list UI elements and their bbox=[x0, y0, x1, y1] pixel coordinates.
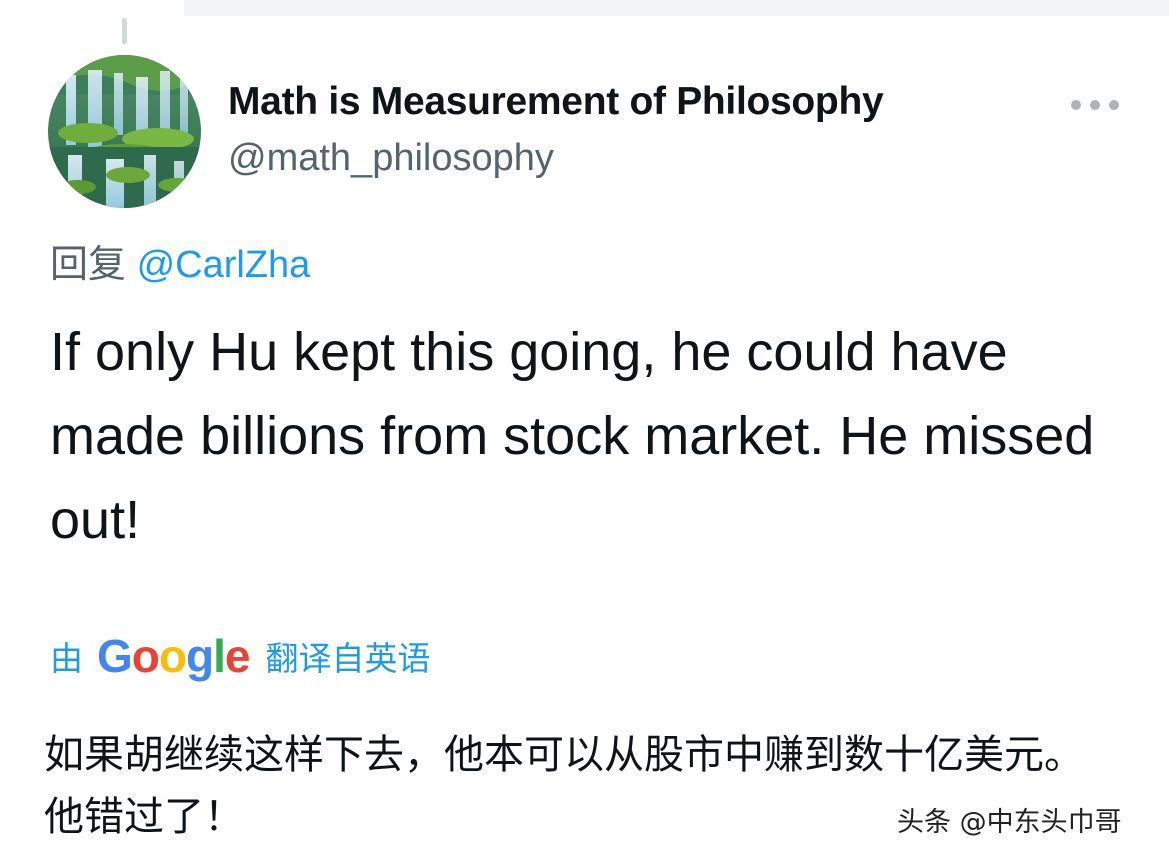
reply-prefix: 回复 bbox=[50, 242, 127, 286]
google-logo: Google bbox=[97, 629, 251, 683]
top-divider-strip bbox=[184, 0, 1169, 16]
more-options-icon[interactable] bbox=[1071, 93, 1119, 117]
tweet-text: If only Hu kept this going, he could hav… bbox=[50, 322, 1095, 550]
google-logo-letter: o bbox=[131, 630, 160, 682]
google-logo-letter: o bbox=[158, 630, 187, 682]
google-logo-letter: G bbox=[97, 630, 133, 682]
more-dot bbox=[1090, 100, 1100, 110]
more-dot bbox=[1071, 100, 1081, 110]
author-display-name[interactable]: Math is Measurement of Philosophy bbox=[228, 80, 884, 124]
replying-to: 回复 @CarlZha bbox=[50, 233, 310, 288]
translation-attribution[interactable]: 由 Google 翻译自英语 bbox=[50, 628, 430, 684]
waterfall-avatar-image bbox=[48, 55, 201, 208]
author-handle[interactable]: @math_philosophy bbox=[228, 137, 554, 180]
more-dot bbox=[1109, 100, 1119, 110]
translate-suffix: 翻译自英语 bbox=[265, 639, 431, 678]
google-logo-letter: e bbox=[224, 630, 251, 682]
source-watermark: 头条 @中东头巾哥 bbox=[897, 807, 1122, 838]
reply-mention-link[interactable]: @CarlZha bbox=[137, 244, 311, 286]
google-logo-letter: g bbox=[186, 630, 214, 682]
reply-thread-line bbox=[122, 18, 127, 44]
translate-prefix: 由 bbox=[50, 639, 83, 678]
avatar[interactable] bbox=[48, 55, 201, 208]
google-logo-letter: l bbox=[213, 630, 226, 682]
